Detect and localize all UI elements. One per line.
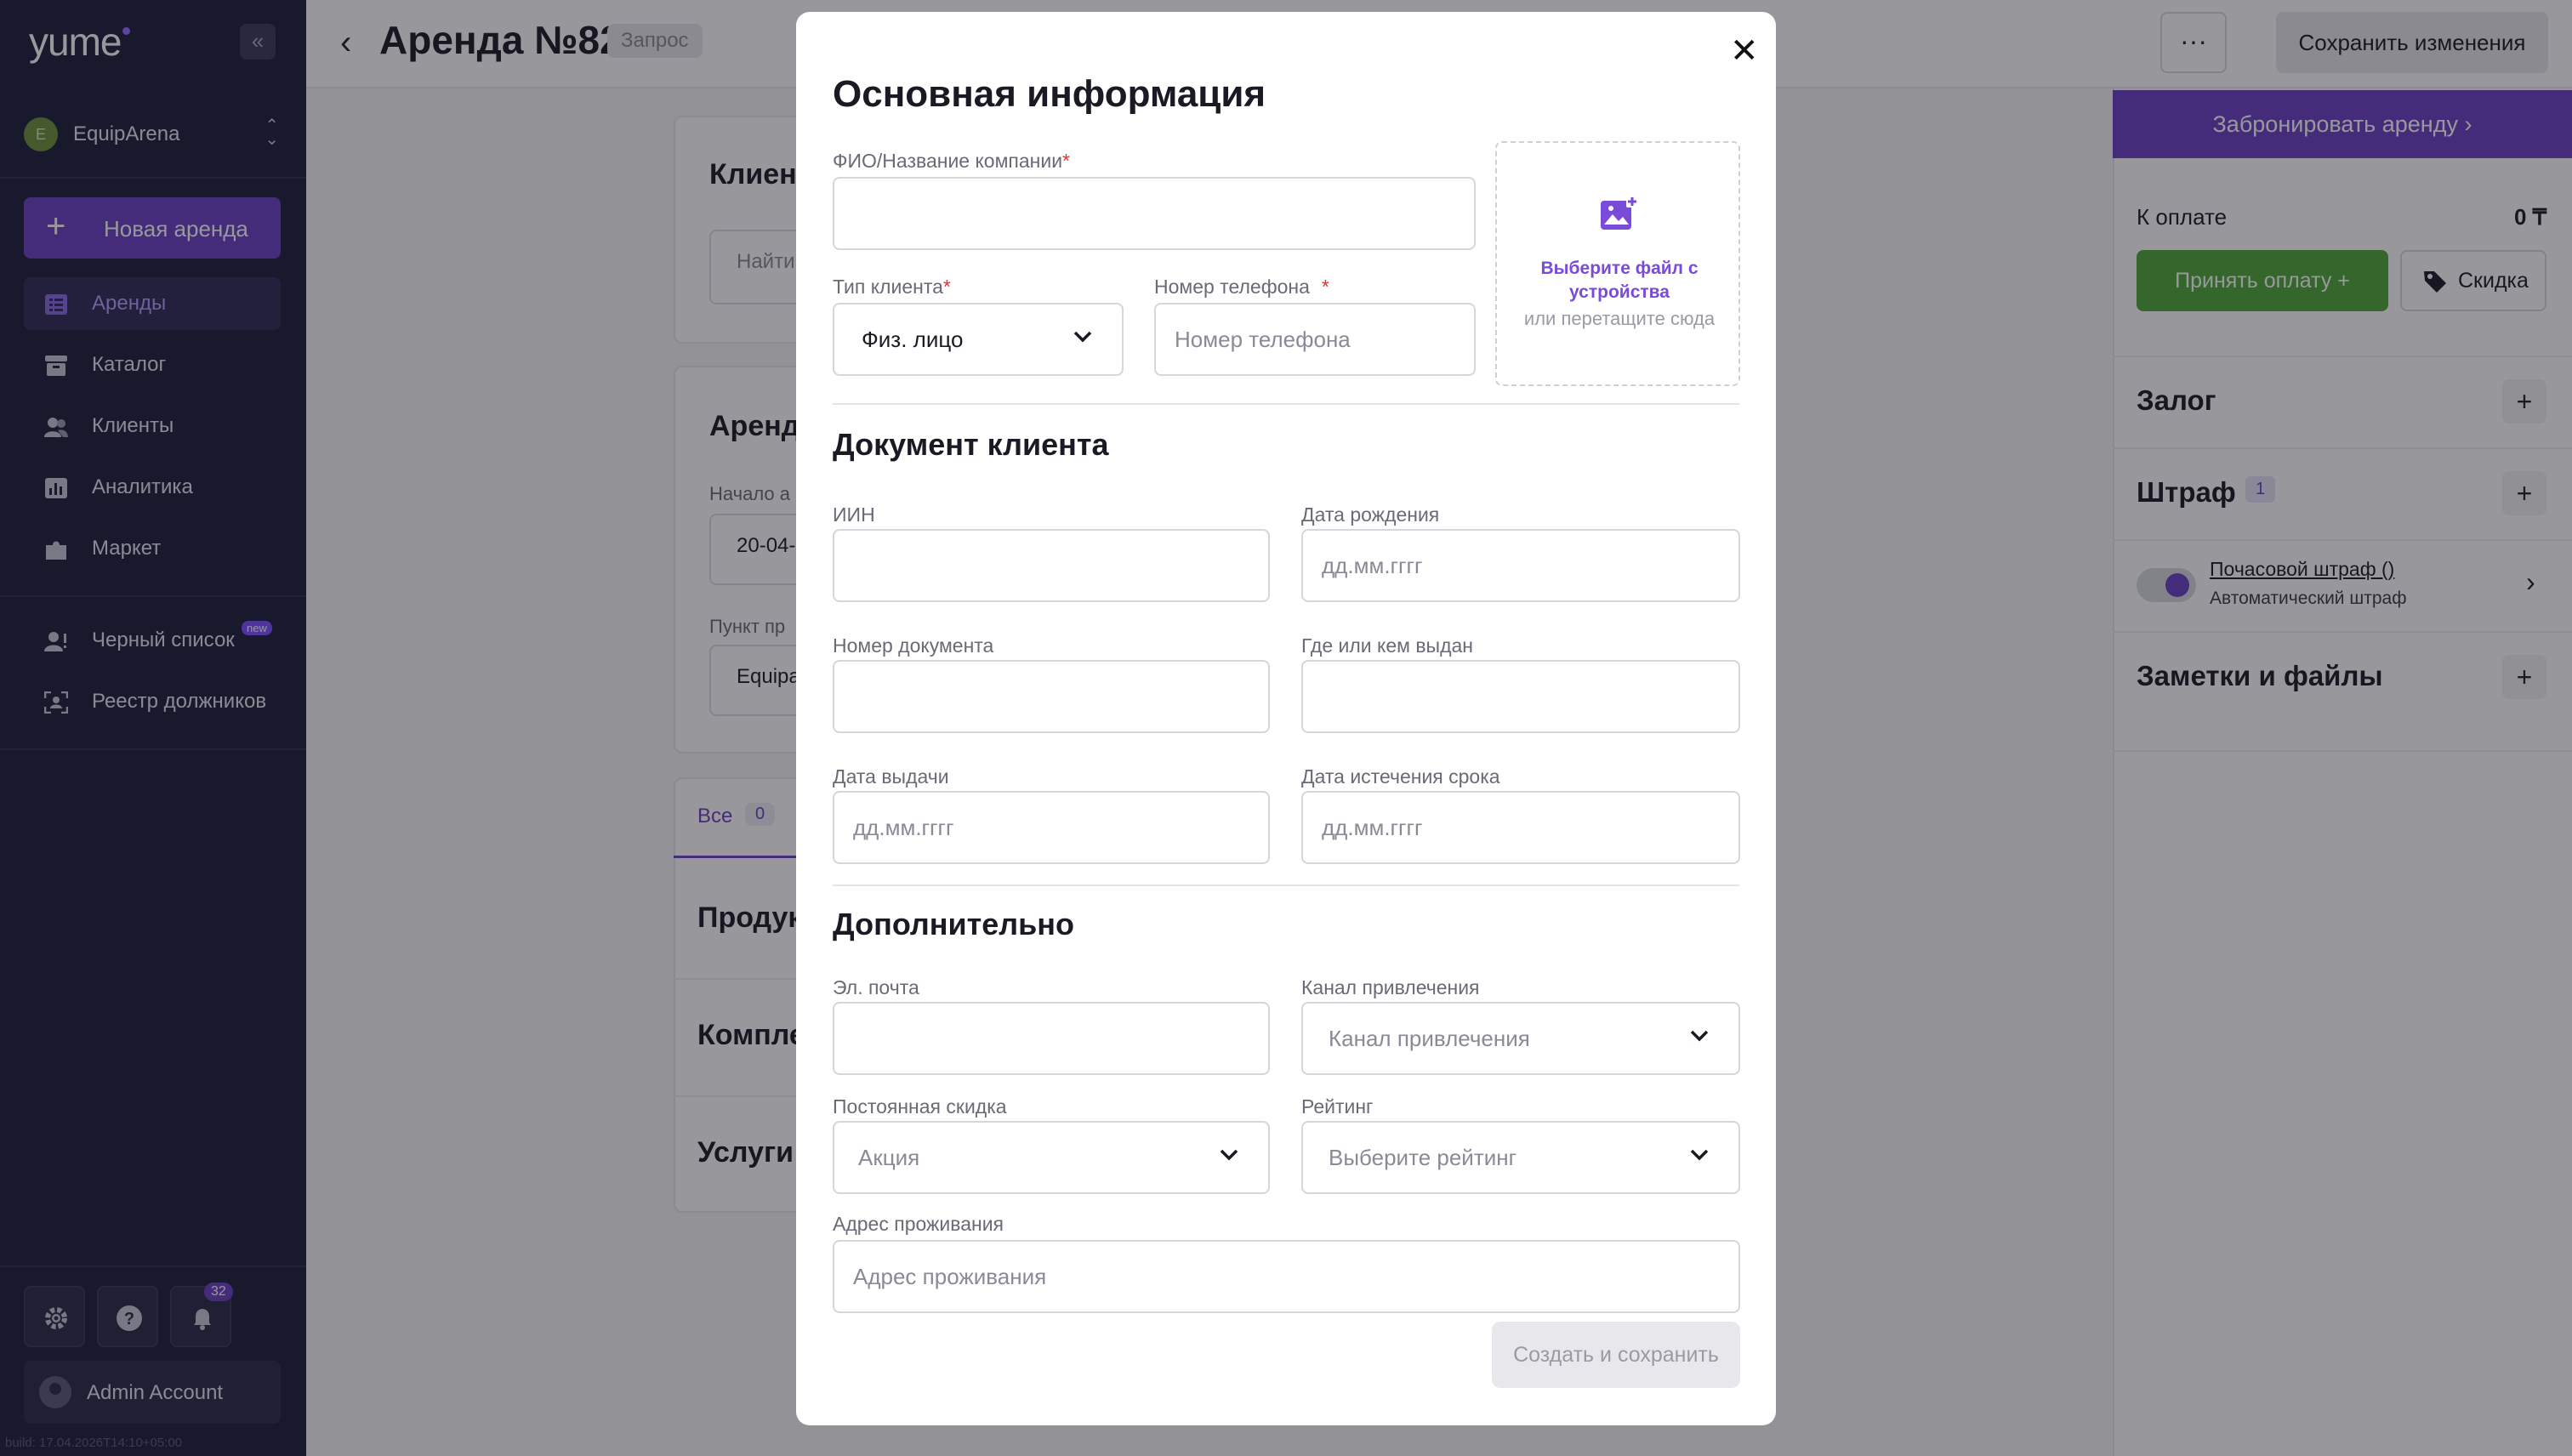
expiry-date-label: Дата истечения срока [1301, 765, 1500, 788]
upload-main-text: Выберите файл с устройства [1540, 259, 1699, 302]
birth-date-label: Дата рождения [1301, 503, 1440, 526]
image-add-icon [1601, 196, 1638, 230]
client-type-value: Физ. лицо [862, 327, 964, 352]
discount-placeholder: Акция [858, 1145, 920, 1170]
expiry-date-input[interactable]: дд.мм.гггг [1301, 791, 1740, 864]
permanent-discount-select[interactable]: Акция [833, 1121, 1270, 1194]
rating-placeholder: Выберите рейтинг [1329, 1145, 1517, 1170]
extra-section-title: Дополнительно [833, 907, 1075, 941]
email-label: Эл. почта [833, 976, 919, 998]
create-and-save-button[interactable]: Создать и сохранить [1492, 1322, 1740, 1388]
channel-placeholder: Канал привлечения [1329, 1026, 1530, 1051]
client-type-select[interactable]: Физ. лицо [833, 303, 1124, 376]
document-section-title: Документ клиента [833, 427, 1109, 462]
required-asterisk: * [1062, 150, 1070, 172]
issue-date-input[interactable]: дд.мм.гггг [833, 791, 1270, 864]
rating-label: Рейтинг [1301, 1095, 1374, 1118]
document-number-input[interactable] [833, 660, 1270, 733]
issue-date-placeholder: дд.мм.гггг [853, 815, 954, 840]
client-modal: ✕ Основная информация ФИО/Название компа… [796, 12, 1776, 1425]
document-number-label: Номер документа [833, 634, 994, 657]
name-label-text: ФИО/Название компании [833, 150, 1063, 172]
rating-select[interactable]: Выберите рейтинг [1301, 1121, 1740, 1194]
permanent-discount-label: Постоянная скидка [833, 1095, 1007, 1118]
chevron-down-icon [1220, 1149, 1238, 1161]
name-label: ФИО/Название компании* [833, 150, 1070, 173]
chevron-down-icon [1690, 1149, 1709, 1161]
phone-placeholder: Номер телефона [1175, 327, 1351, 352]
iin-input[interactable] [833, 529, 1270, 602]
upload-sub-text: или перетащите сюда [1523, 308, 1716, 329]
issued-by-input[interactable] [1301, 660, 1740, 733]
file-upload-dropzone[interactable]: Выберите файл с устройства или перетащит… [1495, 141, 1740, 386]
required-asterisk: * [942, 276, 951, 298]
divider [833, 403, 1739, 405]
phone-label-text: Номер телефона [1154, 276, 1310, 298]
modal-title: Основная информация [833, 73, 1266, 115]
phone-label: Номер телефона * [1154, 276, 1329, 299]
email-input[interactable] [833, 1002, 1270, 1075]
required-asterisk: * [1321, 276, 1329, 298]
birth-date-placeholder: дд.мм.гггг [1322, 553, 1423, 578]
client-type-label: Тип клиента* [833, 276, 951, 299]
iin-label: ИИН [833, 503, 875, 526]
address-input[interactable]: Адрес проживания [833, 1240, 1740, 1313]
birth-date-input[interactable]: дд.мм.гггг [1301, 529, 1740, 602]
chevron-down-icon [1690, 1030, 1709, 1042]
channel-select[interactable]: Канал привлечения [1301, 1002, 1740, 1075]
expiry-date-placeholder: дд.мм.гггг [1322, 815, 1423, 840]
close-icon[interactable]: ✕ [1730, 34, 1759, 68]
issue-date-label: Дата выдачи [833, 765, 949, 788]
chevron-down-icon [1073, 331, 1092, 343]
issued-by-label: Где или кем выдан [1301, 634, 1474, 657]
address-label: Адрес проживания [833, 1213, 1004, 1235]
divider [833, 884, 1739, 886]
name-input[interactable] [833, 177, 1476, 250]
client-type-label-text: Тип клиента [833, 276, 943, 298]
phone-input[interactable]: Номер телефона [1154, 303, 1476, 376]
channel-label: Канал привлечения [1301, 976, 1480, 998]
address-placeholder: Адрес проживания [853, 1264, 1047, 1289]
